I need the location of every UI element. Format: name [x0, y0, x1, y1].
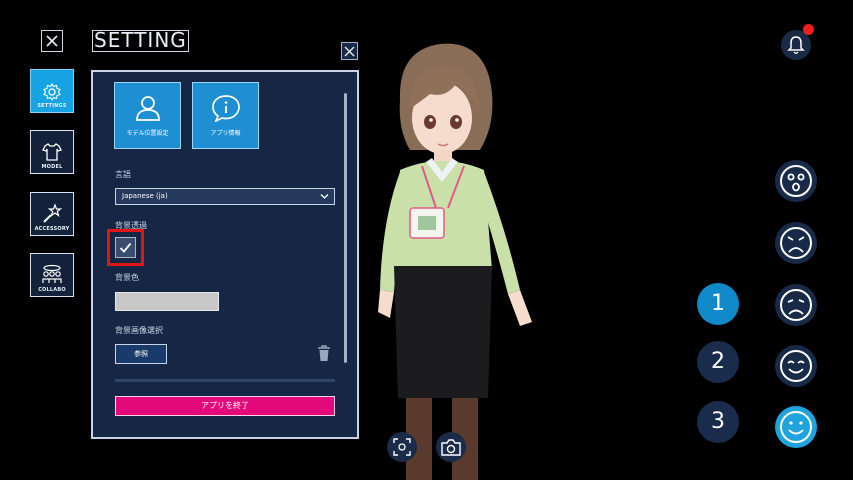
page-title: SETTING [92, 28, 189, 52]
expression-happy-button[interactable] [775, 406, 817, 448]
people-icon [42, 264, 62, 283]
capture-frame-icon [393, 438, 411, 456]
nav-accessory-label: ACCESSORY [34, 226, 70, 232]
angry-face-icon [780, 227, 812, 259]
expression-surprised-button[interactable] [775, 160, 817, 202]
happy-face-icon [780, 411, 812, 443]
nav-accessory-button[interactable]: ACCESSORY [30, 192, 74, 236]
highlight-box [107, 229, 144, 266]
model-position-label: モデル位置設定 [126, 130, 169, 137]
app-info-label: アプリ情報 [210, 130, 241, 137]
language-select[interactable]: Japanese (ja) [115, 188, 335, 205]
surprised-face-icon [780, 165, 812, 197]
preset-1-button[interactable]: 1 [697, 283, 739, 325]
trash-icon[interactable] [317, 345, 331, 366]
bg-color-label: 背景色 [115, 273, 139, 282]
browse-button[interactable]: 参照 [115, 344, 167, 364]
camera-button[interactable] [436, 432, 466, 462]
close-icon [344, 46, 355, 56]
preset-3-button[interactable]: 3 [697, 401, 739, 443]
camera-icon [441, 438, 461, 456]
bg-color-swatch[interactable] [115, 292, 219, 311]
gear-icon [43, 82, 61, 102]
nav-model-button[interactable]: MODEL [30, 130, 74, 174]
bg-image-label: 背景画像選択 [115, 326, 163, 335]
shirt-icon [42, 143, 62, 161]
star-wand-icon [43, 203, 63, 223]
expression-sad-button[interactable] [775, 284, 817, 326]
avatar-character [378, 43, 532, 480]
expression-angry-button[interactable] [775, 222, 817, 264]
info-chat-icon [211, 95, 240, 122]
smile-face-icon [780, 350, 812, 382]
panel-scrollbar[interactable] [344, 93, 347, 363]
close-panel-button[interactable] [341, 42, 358, 60]
model-position-tile[interactable]: モデル位置設定 [114, 82, 181, 149]
nav-model-label: MODEL [41, 164, 63, 170]
app-info-tile[interactable]: アプリ情報 [192, 82, 259, 149]
nav-settings-label: SETTINGS [37, 103, 67, 109]
expression-smile-button[interactable] [775, 345, 817, 387]
close-icon [46, 35, 58, 47]
screenshot-button[interactable] [387, 432, 417, 462]
language-label: 言語 [115, 170, 131, 179]
nav-collabo-label: COLLABO [38, 287, 66, 293]
nav-collabo-button[interactable]: COLLABO [30, 253, 74, 297]
quit-app-button[interactable]: アプリを終了 [115, 396, 335, 416]
chevron-down-icon [320, 194, 329, 199]
preset-2-button[interactable]: 2 [697, 341, 739, 383]
panel-divider [115, 379, 335, 382]
nav-settings-button[interactable]: SETTINGS [30, 69, 74, 113]
notification-badge [803, 24, 814, 35]
sad-face-icon [780, 289, 812, 321]
person-icon [135, 96, 160, 121]
bell-icon [787, 36, 805, 54]
language-value: Japanese (ja) [122, 192, 168, 200]
close-app-button[interactable] [41, 30, 63, 52]
